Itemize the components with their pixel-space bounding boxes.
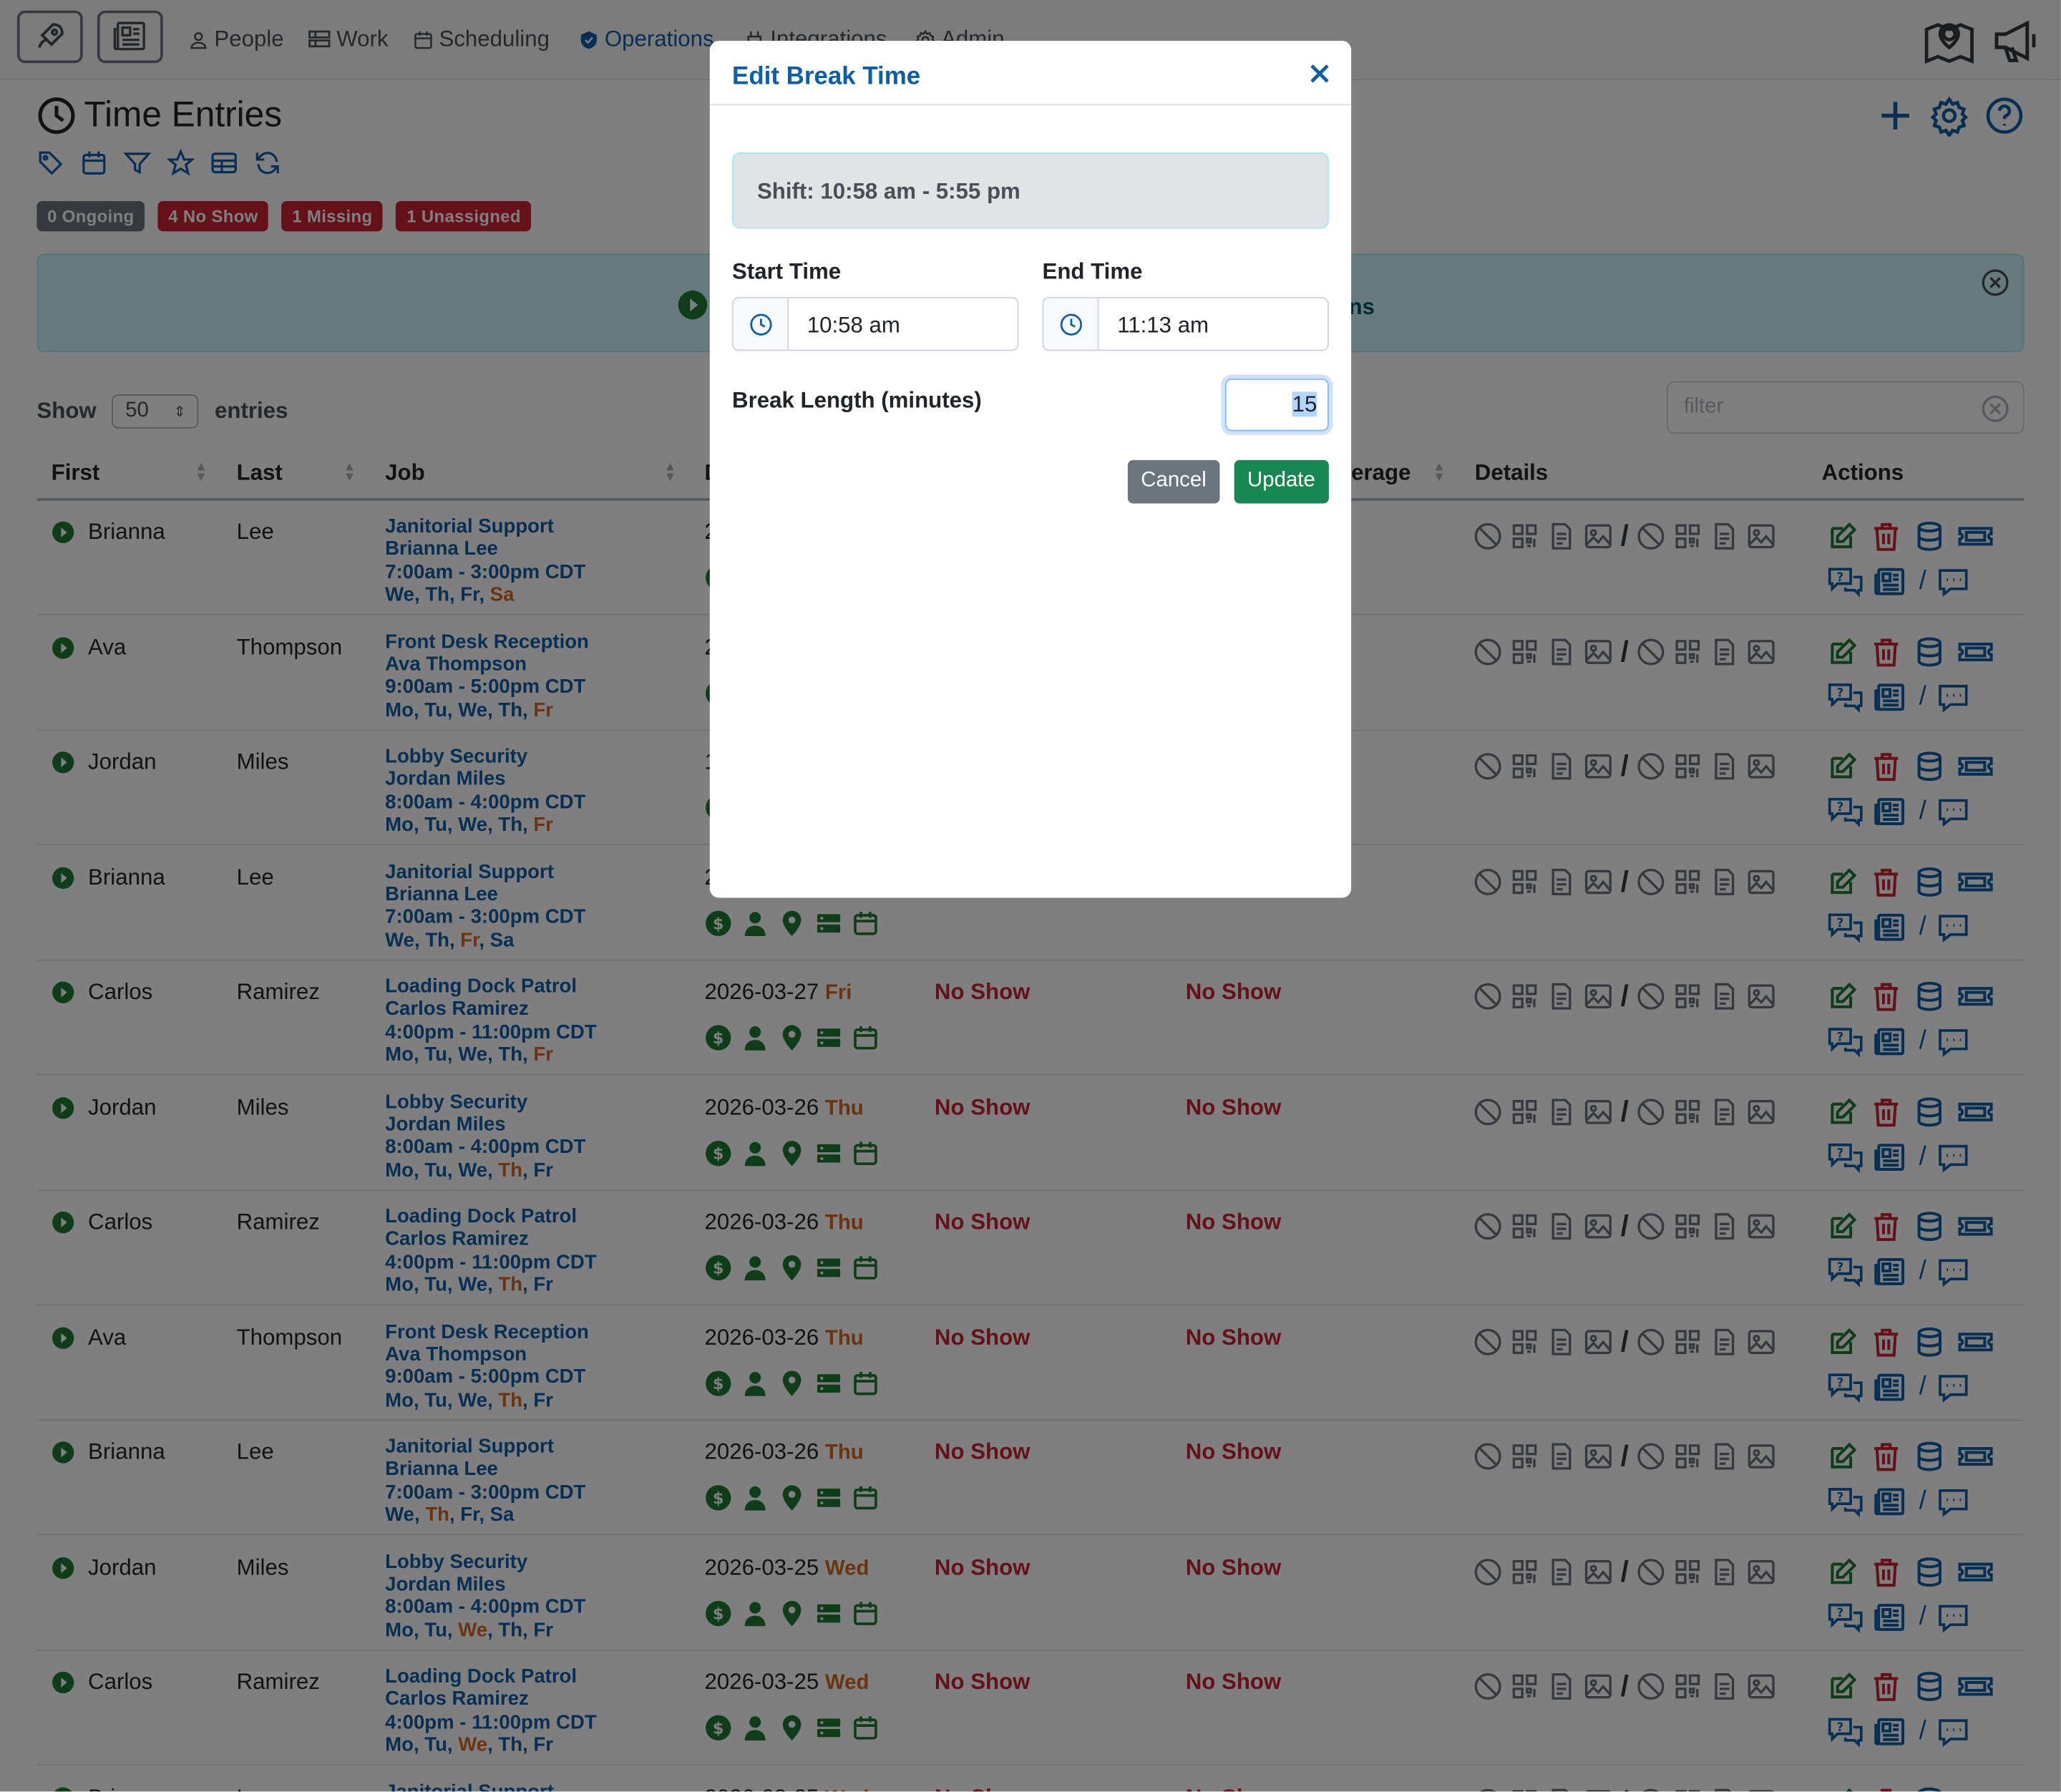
start-time-value: 10:58 am [807,313,900,339]
cancel-button[interactable]: Cancel [1127,459,1220,504]
end-time-label: End Time [1042,258,1143,284]
end-time-input[interactable]: 11:13 am [1042,297,1329,351]
edit-break-modal: Edit Break Time Shift: 10:58 am - 5:55 p… [709,40,1352,898]
shift-info: Shift: 10:58 am - 5:55 pm [732,152,1329,229]
app-viewport: PeopleWorkSchedulingOperationsIntegratio… [0,0,2061,1792]
break-length-label: Break Length (minutes) [732,387,982,413]
start-time-input[interactable]: 10:58 am [732,297,1019,351]
modal-header: Edit Break Time [709,41,1352,105]
close-icon[interactable] [1309,63,1330,84]
clock-icon [733,298,789,350]
end-time-value: 11:13 am [1117,313,1209,339]
start-time-label: Start Time [732,258,842,284]
break-length-input[interactable]: 15 [1224,378,1329,432]
modal-title: Edit Break Time [732,63,921,91]
update-button[interactable]: Update [1234,459,1329,504]
break-length-value: 15 [1292,391,1317,417]
clock-icon [1043,298,1099,350]
